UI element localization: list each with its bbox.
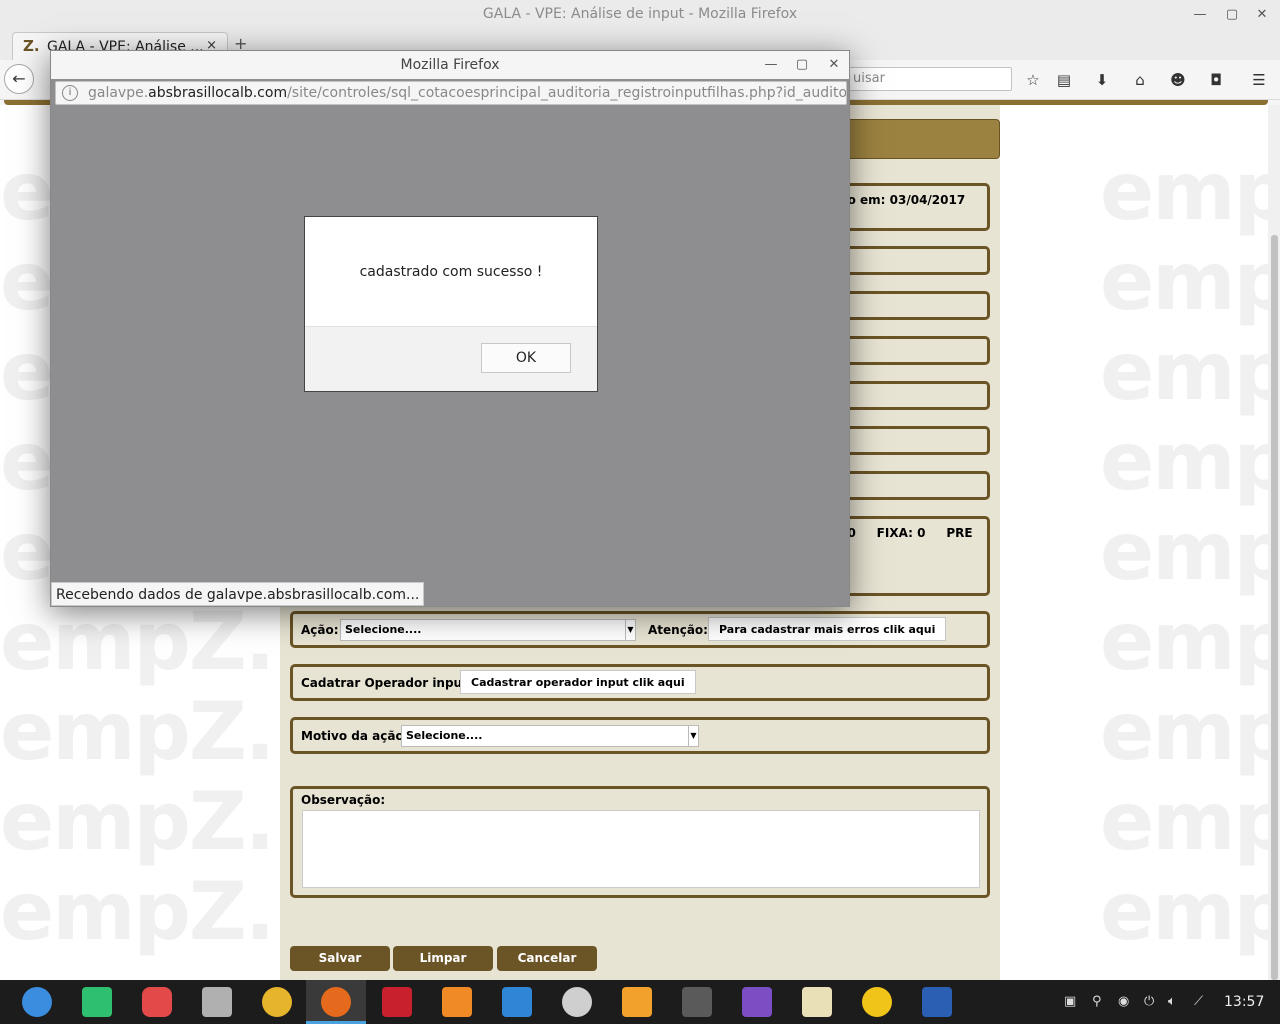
teamviewer-icon[interactable]: ◉ — [1118, 994, 1129, 1009]
url-domain: absbrasillocalb.com — [148, 85, 288, 101]
home-icon[interactable]: ⌂ — [1129, 69, 1151, 91]
usb-icon[interactable]: ⚲ — [1092, 994, 1102, 1009]
watermark: empZ. — [1100, 775, 1268, 868]
messenger-icon[interactable] — [862, 987, 892, 1017]
archive-icon[interactable] — [202, 987, 232, 1017]
chrome-icon[interactable] — [262, 987, 292, 1017]
acao-select[interactable]: Selecione.... ▼ — [340, 619, 636, 641]
watermark: empZ. — [1100, 505, 1268, 598]
watermark: empZ. — [1100, 415, 1268, 508]
minimize-icon[interactable]: — — [1190, 5, 1210, 25]
video-icon[interactable] — [502, 987, 532, 1017]
star-icon[interactable]: ☆ — [1022, 69, 1044, 91]
url-path: /site/controles/sql_cotacoesprincipal_au… — [287, 85, 847, 101]
watermark: empZ. — [0, 865, 275, 958]
firefox-icon[interactable] — [321, 987, 351, 1017]
notes-icon[interactable] — [802, 987, 832, 1017]
maximize-icon[interactable]: ▢ — [1222, 5, 1242, 25]
window-titlebar: GALA - VPE: Análise de input - Mozilla F… — [0, 0, 1280, 30]
chevron-down-icon: ▼ — [688, 726, 698, 746]
operador-label: Cadatrar Operador input: — [301, 676, 473, 690]
gala-logo-icon: Z. — [23, 37, 40, 55]
window-title: GALA - VPE: Análise de input - Mozilla F… — [482, 6, 798, 22]
taskbar: ▣ ⚲ ◉ ⏻ 🔈︎ ⟋ 13:57 — [0, 980, 1280, 1024]
smiley-icon[interactable]: ☻ — [1167, 69, 1189, 91]
cadastrar-erros-button[interactable]: Para cadastrar mais erros clik aqui — [708, 617, 947, 641]
tray-screen-icon[interactable]: ▣ — [1064, 994, 1076, 1009]
page-scrollbar[interactable] — [1268, 105, 1280, 980]
motivo-select-value: Selecione.... — [406, 729, 483, 742]
acao-label: Ação: — [301, 623, 339, 637]
alert-footer: OK — [305, 326, 597, 391]
popup-title: Mozilla Firefox — [400, 57, 500, 73]
popup-url-bar[interactable]: i galavpe.absbrasillocalb.com/site/contr… — [55, 81, 847, 105]
acao-select-value: Selecione.... — [345, 623, 422, 636]
download-icon[interactable]: ⬇ — [1091, 69, 1113, 91]
operador-fieldset: Cadatrar Operador input: Cadastrar opera… — [290, 664, 990, 701]
observacao-fieldset: Observação: — [290, 786, 990, 898]
salvar-button[interactable]: Salvar — [290, 946, 390, 971]
volume-icon[interactable]: 🔈︎ — [1168, 994, 1176, 1009]
observacao-label: Observação: — [301, 793, 386, 807]
url-prefix: galavpe. — [88, 85, 149, 101]
chevron-down-icon: ▼ — [625, 620, 635, 640]
watermark: empZ. — [1100, 685, 1268, 778]
alert-dialog: cadastrado com sucesso ! OK — [304, 216, 598, 392]
recorder-icon[interactable] — [142, 987, 172, 1017]
info-icon[interactable]: i — [62, 85, 78, 101]
date-text: do em: 03/04/2017 — [839, 193, 966, 207]
store-icon[interactable] — [442, 987, 472, 1017]
counts-text: I: 0 FIXA: 0 PRE — [834, 526, 973, 540]
popup-titlebar: Mozilla Firefox — ▢ ✕ — [51, 51, 849, 79]
clock: 13:57 — [1224, 994, 1265, 1010]
search-input[interactable]: uisar — [846, 67, 1012, 91]
watermark: empZ. — [0, 685, 275, 778]
settings-gear-icon[interactable] — [562, 987, 592, 1017]
minimize-icon[interactable]: — — [761, 55, 781, 75]
network-icon[interactable]: ⟋ — [1194, 994, 1203, 1009]
popup-body: cadastrado com sucesso ! OK Recebendo da… — [51, 107, 849, 606]
pocket-icon[interactable]: ◘ — [1205, 69, 1227, 91]
motivo-select[interactable]: Selecione.... ▼ — [401, 725, 699, 747]
watermark: empZ. — [1100, 235, 1268, 328]
limpar-button[interactable]: Limpar — [393, 946, 493, 971]
atencao-label: Atenção: — [648, 623, 708, 637]
watermark: empZ. — [0, 775, 275, 868]
sublime-icon[interactable] — [682, 987, 712, 1017]
menu-icon[interactable]: ☰ — [1248, 69, 1270, 91]
cadastrar-operador-button[interactable]: Cadastrar operador input clik aqui — [460, 670, 696, 694]
motivo-label: Motivo da ação: — [301, 729, 409, 743]
close-icon[interactable]: ✕ — [824, 55, 844, 75]
watermark: empZ. — [1100, 145, 1268, 238]
motivo-fieldset: Motivo da ação: Selecione.... ▼ — [290, 717, 990, 754]
editor-icon[interactable] — [742, 987, 772, 1017]
cancelar-button[interactable]: Cancelar — [497, 946, 597, 971]
power-icon[interactable]: ⏻ — [1144, 994, 1154, 1009]
status-bar: Recebendo dados de galavpe.absbrasilloca… — [51, 582, 425, 606]
watermark: empZ. — [1100, 595, 1268, 688]
launcher-icon[interactable] — [22, 987, 52, 1017]
scrollbar-thumb[interactable] — [1271, 235, 1278, 980]
alert-message: cadastrado com sucesso ! — [359, 264, 543, 280]
watermark: empZ. — [1100, 865, 1268, 958]
file-manager-icon[interactable] — [82, 987, 112, 1017]
terminal-icon[interactable] — [382, 987, 412, 1017]
outlook-icon[interactable] — [622, 987, 652, 1017]
back-button[interactable]: ← — [4, 64, 34, 94]
acao-fieldset: Ação: Selecione.... ▼ Atenção: Para cada… — [290, 611, 990, 648]
reading-list-icon[interactable]: ▤ — [1053, 69, 1075, 91]
word-icon[interactable] — [922, 987, 952, 1017]
popup-window: Mozilla Firefox — ▢ ✕ i galavpe.absbrasi… — [50, 50, 850, 607]
watermark: empZ. — [1100, 325, 1268, 418]
watermark: empZ. — [0, 595, 275, 688]
ok-button[interactable]: OK — [481, 343, 571, 373]
maximize-icon[interactable]: ▢ — [792, 55, 812, 75]
close-icon[interactable]: ✕ — [1252, 5, 1272, 25]
observacao-textarea[interactable] — [302, 810, 980, 888]
